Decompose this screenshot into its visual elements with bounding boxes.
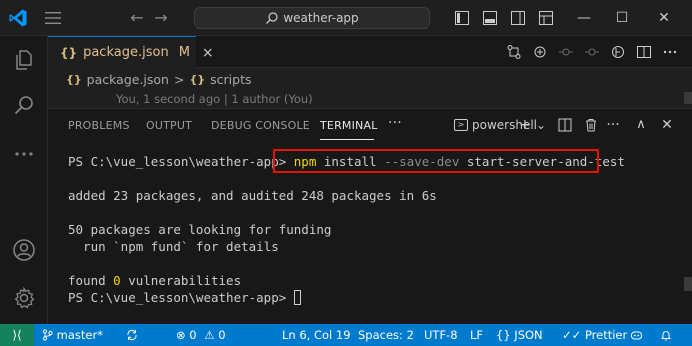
forward-arrow-icon[interactable]: → [152, 8, 170, 28]
remote-indicator-icon[interactable]: ⟩⟨ [0, 324, 34, 346]
json-object-icon: {} [189, 72, 206, 86]
panel-more-actions-icon[interactable]: ··· [604, 116, 622, 134]
prompt: PS C:\vue_lesson\weather-app> [68, 290, 294, 305]
error-icon: ⊗ [176, 328, 186, 342]
prettier-status[interactable]: ✓✓ Prettier [562, 324, 627, 346]
prompt: PS C:\vue_lesson\weather-app> [68, 154, 294, 169]
close-window-icon[interactable]: ✕ [654, 8, 674, 28]
modified-badge: M [178, 45, 190, 60]
warning-count: 0 [218, 328, 226, 342]
tab-problems[interactable]: PROBLEMS [68, 119, 130, 132]
settings-gear-icon[interactable] [12, 286, 36, 310]
timeline-icon[interactable] [610, 44, 626, 60]
terminal-scrollbar[interactable] [684, 277, 692, 291]
vuln-prefix: found [68, 273, 114, 288]
terminal-cursor [293, 290, 301, 305]
language-mode[interactable]: {} JSON [496, 324, 543, 346]
terminal-icon: > [454, 119, 468, 131]
git-branch-icon [42, 329, 53, 341]
copilot-icon[interactable] [630, 329, 643, 341]
toggle-secondary-sidebar-icon[interactable] [510, 10, 526, 26]
previous-change-icon[interactable] [558, 44, 574, 60]
terminal-output-line: 50 packages are looking for funding [68, 222, 332, 237]
command-center-search[interactable]: weather-app [194, 7, 430, 29]
minimize-icon[interactable]: — [574, 8, 594, 28]
tab-debug-console[interactable]: DEBUG CONSOLE [211, 119, 310, 132]
search-sidebar-icon[interactable] [12, 94, 36, 118]
git-compare-icon[interactable] [532, 44, 548, 60]
json-language-icon: {} [496, 328, 511, 342]
search-text: weather-app [283, 11, 359, 25]
command-highlight-box [273, 149, 599, 173]
indentation[interactable]: Spaces: 2 [358, 324, 414, 346]
next-change-icon[interactable] [584, 44, 600, 60]
terminal-output-line: added 23 packages, and audited 248 packa… [68, 188, 437, 203]
panel-more-icon[interactable]: ··· [388, 115, 402, 131]
breadcrumb-separator: > [173, 71, 185, 87]
activity-bar [0, 36, 48, 324]
kill-terminal-icon[interactable] [582, 116, 600, 134]
terminal-output-line: run `npm fund` for details [68, 239, 279, 254]
search-icon [266, 12, 278, 24]
cursor-position[interactable]: Ln 6, Col 19 [282, 324, 351, 346]
explorer-icon[interactable] [12, 48, 36, 72]
accounts-icon[interactable] [12, 238, 36, 262]
bottom-panel: PROBLEMS OUTPUT DEBUG CONSOLE TERMINAL ·… [48, 108, 692, 324]
split-editor-icon[interactable] [636, 44, 652, 60]
more-views-icon[interactable] [12, 142, 36, 166]
git-blame-annotation: You, 1 second ago | 1 author (You) [116, 92, 313, 106]
language-label: JSON [514, 328, 543, 342]
json-file-icon: {} [60, 45, 78, 60]
editor-tabs: {} package.json M × [48, 36, 692, 68]
breadcrumb-file[interactable]: package.json [87, 72, 169, 87]
check-double-icon: ✓✓ [562, 328, 582, 342]
toggle-primary-sidebar-icon[interactable] [454, 10, 470, 26]
tab-terminal[interactable]: TERMINAL [320, 119, 378, 132]
error-count: 0 [189, 328, 197, 342]
vscode-logo-icon [9, 9, 27, 27]
branch-name: master* [56, 328, 103, 342]
maximize-icon[interactable]: ☐ [612, 8, 632, 28]
sync-icon[interactable] [126, 329, 138, 341]
terminal-output-line: found 0 vulnerabilities [68, 272, 241, 289]
branch-indicator[interactable]: master* [42, 324, 103, 346]
title-bar: ← → weather-app — ☐ ✕ [0, 0, 692, 36]
warning-icon: ⚠ [204, 328, 215, 342]
open-changes-icon[interactable] [506, 44, 522, 60]
breadcrumb-section[interactable]: scripts [210, 72, 251, 87]
tab-output[interactable]: OUTPUT [146, 119, 192, 132]
vuln-count: 0 [113, 273, 121, 288]
toggle-panel-icon[interactable] [482, 10, 498, 26]
tab-package-json[interactable]: {} package.json M × [48, 36, 214, 68]
active-tab-indicator [320, 139, 374, 140]
tab-close-icon[interactable]: × [202, 45, 214, 61]
terminal-dropdown-icon[interactable]: ⌄ [532, 116, 550, 134]
split-terminal-icon[interactable] [556, 116, 574, 134]
back-arrow-icon[interactable]: ← [128, 8, 146, 28]
formatter-label: Prettier [584, 328, 628, 342]
terminal-prompt-line: PS C:\vue_lesson\weather-app> [68, 289, 301, 306]
status-bar: ⟩⟨ master* ⊗ 0 ⚠ 0 Ln 6, Col 19 Spaces: … [0, 324, 692, 346]
hamburger-menu-icon[interactable] [44, 10, 62, 26]
customize-layout-icon[interactable] [538, 10, 554, 26]
close-panel-icon[interactable]: ✕ [658, 116, 676, 134]
editor-scrollbar[interactable] [684, 92, 692, 104]
breadcrumb: {} package.json > {} scripts [48, 68, 692, 90]
encoding[interactable]: UTF-8 [424, 324, 458, 346]
maximize-panel-icon[interactable]: ∧ [632, 116, 650, 134]
end-of-line[interactable]: LF [470, 324, 483, 346]
vuln-suffix: vulnerabilities [120, 273, 242, 288]
json-file-icon: {} [66, 72, 82, 86]
problems-indicator[interactable]: ⊗ 0 ⚠ 0 [176, 324, 226, 346]
notifications-bell-icon[interactable] [660, 329, 672, 342]
tab-label: package.json [83, 45, 169, 60]
editor-more-actions-icon[interactable] [662, 44, 678, 60]
